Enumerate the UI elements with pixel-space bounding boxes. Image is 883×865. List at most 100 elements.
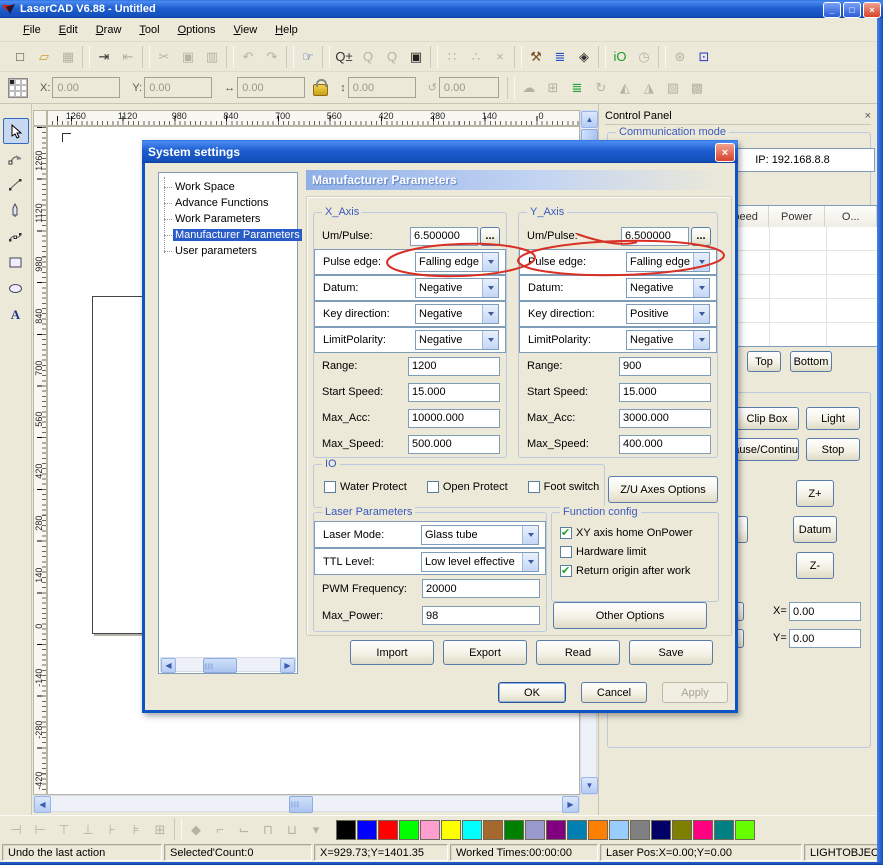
x-key-direction-combo[interactable]: Negative bbox=[415, 304, 499, 324]
redo-icon[interactable]: ↷ bbox=[260, 45, 284, 69]
align-top-icon[interactable]: ⊤ bbox=[52, 818, 76, 842]
save-icon[interactable]: ▦ bbox=[56, 45, 80, 69]
curve-tool[interactable] bbox=[3, 224, 27, 248]
zu-axes-options-button[interactable]: Z/U Axes Options bbox=[608, 476, 718, 503]
rotate-object-icon[interactable]: ↻ bbox=[589, 76, 613, 100]
color-swatch[interactable] bbox=[735, 820, 755, 840]
same-size-icon[interactable]: ⊞ bbox=[148, 818, 172, 842]
rectangle-tool[interactable] bbox=[3, 250, 27, 274]
pwm-frequency-field[interactable]: 20000 bbox=[422, 579, 540, 598]
y-pulse-edge-combo[interactable]: Falling edge bbox=[626, 252, 710, 272]
browse-button[interactable]: ... bbox=[480, 227, 500, 246]
work-time-icon[interactable]: ◷ bbox=[632, 45, 656, 69]
import-icon[interactable]: ⇥ bbox=[92, 45, 116, 69]
menu-item[interactable]: File bbox=[14, 21, 50, 39]
align-corner-br-icon[interactable]: ⊔ bbox=[280, 818, 304, 842]
pan-hand-icon[interactable]: ☞ bbox=[296, 45, 320, 69]
hardware-limit-checkbox[interactable] bbox=[560, 546, 572, 558]
new-icon[interactable]: □ bbox=[8, 45, 32, 69]
tree-item-manufacturer-parameters[interactable]: Manufacturer Parameters bbox=[173, 227, 297, 243]
align-corner-bl-icon[interactable]: ⊓ bbox=[256, 818, 280, 842]
z-minus-button[interactable]: Z- bbox=[796, 552, 834, 579]
scroll-left-icon[interactable]: ◀ bbox=[34, 796, 51, 813]
menu-item[interactable]: Edit bbox=[50, 21, 87, 39]
water-protect-checkbox[interactable] bbox=[324, 481, 336, 493]
tree-horizontal-scrollbar[interactable]: ◀ ∥∥∥ ▶ bbox=[160, 657, 296, 672]
zoom-page-icon[interactable]: ▣ bbox=[404, 45, 428, 69]
layers-icon[interactable]: ≣ bbox=[565, 76, 589, 100]
x-limit-polarity-combo[interactable]: Negative bbox=[415, 330, 499, 350]
color-swatch[interactable] bbox=[546, 820, 566, 840]
color-swatch[interactable] bbox=[567, 820, 587, 840]
chevron-down-icon[interactable] bbox=[482, 331, 498, 349]
z-plus-button[interactable]: Z+ bbox=[796, 480, 834, 507]
x-position-field[interactable]: 0.00 bbox=[52, 77, 120, 98]
y-limit-polarity-combo[interactable]: Negative bbox=[626, 330, 710, 350]
center-vertical-icon[interactable]: ⊧ bbox=[124, 818, 148, 842]
cancel-button[interactable]: Cancel bbox=[581, 682, 647, 703]
center-horizontal-icon[interactable]: ⊦ bbox=[100, 818, 124, 842]
color-swatch[interactable] bbox=[357, 820, 377, 840]
read-button[interactable]: Read bbox=[536, 640, 620, 665]
open-protect-checkbox[interactable] bbox=[427, 481, 439, 493]
color-swatch[interactable] bbox=[651, 820, 671, 840]
tree-item-advance-functions[interactable]: Advance Functions bbox=[173, 195, 297, 211]
color-swatch[interactable] bbox=[378, 820, 398, 840]
table-column-header[interactable]: O... bbox=[825, 206, 877, 227]
group-icon[interactable]: ∷ bbox=[440, 45, 464, 69]
output-list-icon[interactable]: ≣ bbox=[548, 45, 572, 69]
bottom-button[interactable]: Bottom bbox=[790, 351, 832, 372]
zoom-window-icon[interactable]: Q bbox=[356, 45, 380, 69]
align-corner-tr-icon[interactable]: ⌙ bbox=[232, 818, 256, 842]
color-swatch[interactable] bbox=[609, 820, 629, 840]
move-center-icon[interactable]: ◆ bbox=[184, 818, 208, 842]
export-button[interactable]: Export bbox=[443, 640, 527, 665]
menu-item[interactable]: Help bbox=[266, 21, 307, 39]
chevron-down-icon[interactable] bbox=[693, 279, 709, 297]
tree-scroll-thumb[interactable]: ∥∥∥ bbox=[203, 658, 237, 673]
browse-button[interactable]: ... bbox=[691, 227, 711, 246]
zoom-in-out-icon[interactable]: Q± bbox=[332, 45, 356, 69]
select-tool[interactable] bbox=[3, 118, 29, 144]
anchor-grid-icon[interactable] bbox=[8, 78, 28, 98]
table-column-header[interactable]: Power bbox=[769, 206, 826, 227]
pick-node-icon[interactable]: ◈ bbox=[572, 45, 596, 69]
line-tool[interactable] bbox=[3, 172, 27, 196]
apply-button[interactable]: Apply bbox=[662, 682, 728, 703]
color-swatch[interactable] bbox=[714, 820, 734, 840]
light-button[interactable]: Light bbox=[806, 407, 860, 430]
y-max-acc-field[interactable]: 3000.000 bbox=[619, 409, 711, 428]
paste-icon[interactable]: ▥ bbox=[200, 45, 224, 69]
menu-item[interactable]: Tool bbox=[130, 21, 168, 39]
cloud-icon[interactable]: ☁ bbox=[517, 76, 541, 100]
scroll-right-icon[interactable]: ▶ bbox=[562, 796, 579, 813]
scroll-up-icon[interactable]: ▲ bbox=[581, 111, 598, 128]
foot-switch-checkbox[interactable] bbox=[528, 481, 540, 493]
max-power-field[interactable]: 98 bbox=[422, 606, 540, 625]
laser-mode-combo[interactable]: Glass tube bbox=[421, 525, 539, 545]
y-key-direction-combo[interactable]: Positive bbox=[626, 304, 710, 324]
color-swatch[interactable] bbox=[420, 820, 440, 840]
dialog-title-bar[interactable]: System settings × bbox=[142, 140, 738, 163]
y-coordinate-field[interactable]: 0.00 bbox=[789, 629, 861, 648]
scale-icon[interactable]: ▧ bbox=[661, 76, 685, 100]
pen-tool[interactable] bbox=[3, 198, 27, 222]
delete-node-icon[interactable]: × bbox=[488, 45, 512, 69]
width-field[interactable]: 0.00 bbox=[237, 77, 305, 98]
ok-button[interactable]: OK bbox=[498, 682, 566, 703]
mirror-vertical-icon[interactable]: ◮ bbox=[637, 76, 661, 100]
monitor-icon[interactable]: ⊡ bbox=[692, 45, 716, 69]
align-bottom-icon[interactable]: ⊥ bbox=[76, 818, 100, 842]
menu-item[interactable]: Options bbox=[169, 21, 225, 39]
color-swatch[interactable] bbox=[336, 820, 356, 840]
tree-item-work-space[interactable]: Work Space bbox=[173, 179, 297, 195]
tree-item-work-parameters[interactable]: Work Parameters bbox=[173, 211, 297, 227]
cut-icon[interactable]: ✂ bbox=[152, 45, 176, 69]
color-swatch[interactable] bbox=[483, 820, 503, 840]
y-datum-combo[interactable]: Negative bbox=[626, 278, 710, 298]
pause-continue-button[interactable]: Pause/Continue bbox=[731, 438, 799, 461]
io-test-icon[interactable]: iO bbox=[608, 45, 632, 69]
lock-aspect-icon[interactable] bbox=[313, 84, 328, 96]
color-swatch[interactable] bbox=[504, 820, 524, 840]
color-swatch[interactable] bbox=[441, 820, 461, 840]
